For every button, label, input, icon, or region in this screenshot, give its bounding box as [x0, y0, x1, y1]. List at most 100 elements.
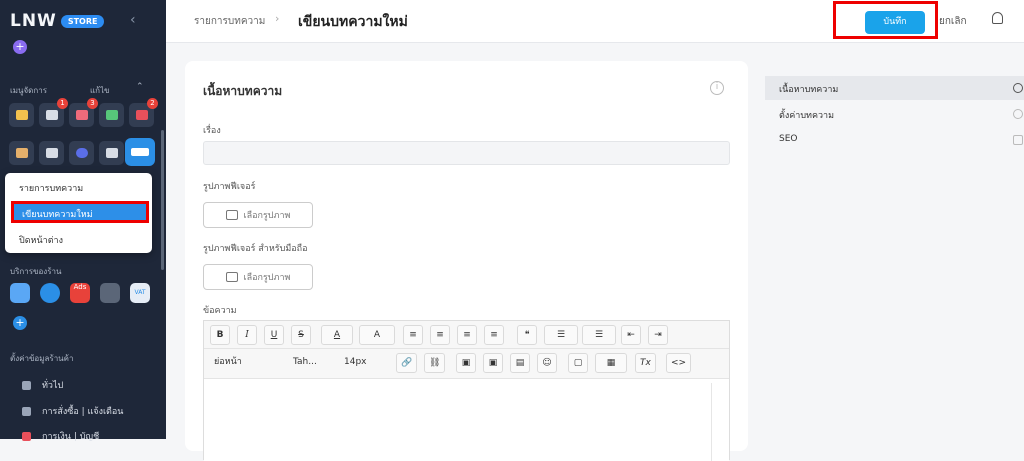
align-center-icon[interactable]: ≡ — [430, 325, 450, 345]
choose-feature-image-button[interactable]: เลือกรูปภาพ — [203, 202, 313, 228]
save-button[interactable]: บันทึก — [865, 11, 925, 34]
card-title: เนื้อหาบทความ — [203, 84, 283, 98]
service-truck-icon[interactable] — [100, 283, 120, 303]
popup-item-write-new-article[interactable]: เขียนบทความใหม่ — [11, 201, 149, 223]
chevron-right-icon: › — [275, 12, 280, 25]
editor-scrollbar[interactable] — [711, 383, 721, 461]
section-services-title: บริการของร้าน — [10, 267, 62, 276]
article-content-card: เนื้อหาบทความ i เรื่อง รูปภาพฟีเจอร์ เลื… — [185, 61, 748, 461]
italic-button[interactable]: I — [237, 325, 257, 345]
top-bar: รายการบทความ › เขียนบทความใหม่ บันทึก ยก… — [166, 0, 1024, 43]
keyboard-tile-icon[interactable] — [125, 138, 155, 166]
info-icon — [1013, 83, 1023, 93]
font-family-dropdown[interactable]: Tah... — [287, 353, 333, 373]
shop-tile-icon[interactable] — [9, 103, 34, 127]
order-tile-icon[interactable]: 1 — [39, 98, 68, 127]
insert-image-icon[interactable]: ▣ — [456, 353, 476, 373]
cancel-button[interactable]: ยกเลิก — [939, 14, 967, 29]
page-tile-icon[interactable] — [99, 141, 124, 165]
settings-icon — [1013, 109, 1023, 119]
outdent-icon[interactable]: ⇤ — [621, 325, 641, 345]
breadcrumb-article-list[interactable]: รายการบทความ — [194, 14, 265, 29]
choose-image-label: เลือกรูปภาพ — [243, 211, 291, 221]
building-icon — [22, 380, 31, 390]
subject-label: เรื่อง — [203, 126, 221, 136]
image-icon — [225, 272, 238, 282]
bell-icon[interactable] — [992, 12, 1003, 24]
feature-image-mobile-label: รูปภาพฟีเจอร์ สำหรับมือถือ — [203, 244, 308, 254]
logo-text: LNW — [10, 11, 57, 31]
bold-button[interactable]: B — [210, 325, 230, 345]
image-icon — [225, 210, 238, 220]
table-icon[interactable]: ▦ — [595, 353, 627, 373]
section-settings-title: ตั้งค่าข้อมูลร้านค้า — [10, 354, 74, 363]
delivery-tile-icon[interactable] — [99, 103, 124, 127]
lnw-store-logo[interactable]: LNW STORE — [10, 11, 105, 31]
strikethrough-button[interactable]: S — [291, 325, 311, 345]
vat-label: VAT — [134, 289, 146, 296]
store-badge: STORE — [60, 14, 105, 28]
info-icon[interactable]: i — [710, 81, 724, 95]
blockquote-button[interactable]: ❝ — [517, 325, 537, 345]
align-justify-icon[interactable]: ≡ — [484, 325, 504, 345]
nav-orders-label: การสั่งซื้อ | แจ้งเตือน — [42, 407, 124, 417]
unlink-icon[interactable]: ⛓ — [424, 353, 446, 373]
rich-text-editor: B I U S A A ≡ ≡ ≡ ≡ ❝ ☰ ☰ ⇤ ⇥ ย่อหน้า Ta… — [203, 320, 730, 461]
chevron-up-icon[interactable]: ⌃ — [136, 82, 144, 92]
video-icon[interactable]: ▤ — [510, 353, 530, 373]
nav-general-label: ทั่วไป — [42, 381, 64, 391]
numbered-list-icon[interactable]: ☰ — [582, 325, 616, 345]
add-service-icon[interactable]: + — [13, 316, 27, 330]
editor-text-area[interactable] — [204, 379, 729, 461]
section-nav-settings[interactable]: ตั้งค่าบทความ — [779, 108, 834, 122]
service-store-icon[interactable] — [10, 283, 30, 303]
link-icon[interactable]: 🔗 — [396, 353, 418, 373]
save-highlight-box: บันทึก — [833, 1, 938, 39]
paragraph-format-dropdown[interactable]: ย่อหน้า — [208, 353, 281, 373]
nav-general[interactable]: ทั่วไป — [22, 378, 63, 392]
money-icon — [22, 431, 31, 441]
nav-finance-label: การเงิน | บัญชี — [42, 432, 100, 442]
cart-icon — [22, 406, 31, 416]
section-nav-seo[interactable]: SEO — [779, 134, 797, 144]
font-color-button[interactable]: A — [321, 325, 353, 345]
frame-icon[interactable]: ▢ — [568, 353, 588, 373]
background-color-button[interactable]: A — [359, 325, 395, 345]
shield-tile-icon[interactable] — [69, 141, 94, 165]
subject-input[interactable] — [203, 141, 730, 165]
image-gallery-icon[interactable]: ▣ — [483, 353, 503, 373]
section-manage-title: เมนูจัดการ — [10, 86, 47, 95]
popup-item-close-window[interactable]: ปิดหน้าต่าง — [19, 233, 63, 247]
font-size-dropdown[interactable]: 14px — [338, 353, 384, 373]
underline-button[interactable]: U — [264, 325, 284, 345]
sidebar: LNW STORE ‹ + เมนูจัดการ แก้ไข ⌃ 1 3 2 ร… — [0, 0, 166, 442]
popup-item-article-list[interactable]: รายการบทความ — [19, 181, 83, 195]
staff-tile-icon[interactable] — [9, 141, 34, 165]
align-left-icon[interactable]: ≡ — [403, 325, 423, 345]
article-tile-icon[interactable] — [39, 141, 64, 165]
service-globe-icon[interactable] — [40, 283, 60, 303]
clear-format-button[interactable]: Tx — [635, 353, 656, 373]
card-tile-icon[interactable]: 2 — [129, 98, 158, 127]
section-nav-content[interactable]: เนื้อหาบทความ — [779, 82, 838, 96]
editor-toolbar-row-1: B I U S A A ≡ ≡ ≡ ≡ ❝ ☰ ☰ ⇤ ⇥ — [204, 321, 729, 349]
align-right-icon[interactable]: ≡ — [457, 325, 477, 345]
choose-mobile-image-button[interactable]: เลือกรูปภาพ — [203, 264, 313, 290]
indent-icon[interactable]: ⇥ — [648, 325, 668, 345]
bullet-list-icon[interactable]: ☰ — [544, 325, 578, 345]
piggy-bank-tile-icon[interactable]: 3 — [69, 98, 98, 127]
emoji-icon[interactable]: ☺ — [537, 353, 557, 373]
section-edit-link[interactable]: แก้ไข — [90, 84, 110, 97]
nav-finance-accounting[interactable]: การเงิน | บัญชี — [22, 429, 99, 443]
nav-orders-notifications[interactable]: การสั่งซื้อ | แจ้งเตือน — [22, 404, 123, 418]
add-shop-icon[interactable]: + — [13, 40, 27, 54]
chevron-left-icon[interactable]: ‹ — [130, 12, 136, 28]
piggy-badge: 3 — [87, 98, 98, 109]
sidebar-scrollbar[interactable] — [161, 130, 164, 270]
source-code-button[interactable]: <> — [666, 353, 692, 373]
service-vat-icon[interactable]: VAT — [130, 283, 150, 303]
seo-icon — [1013, 135, 1023, 145]
service-ads-icon[interactable]: Ads — [70, 283, 90, 303]
popup-item-write-new-label: เขียนบทความใหม่ — [22, 210, 93, 220]
feature-image-label: รูปภาพฟีเจอร์ — [203, 182, 256, 192]
